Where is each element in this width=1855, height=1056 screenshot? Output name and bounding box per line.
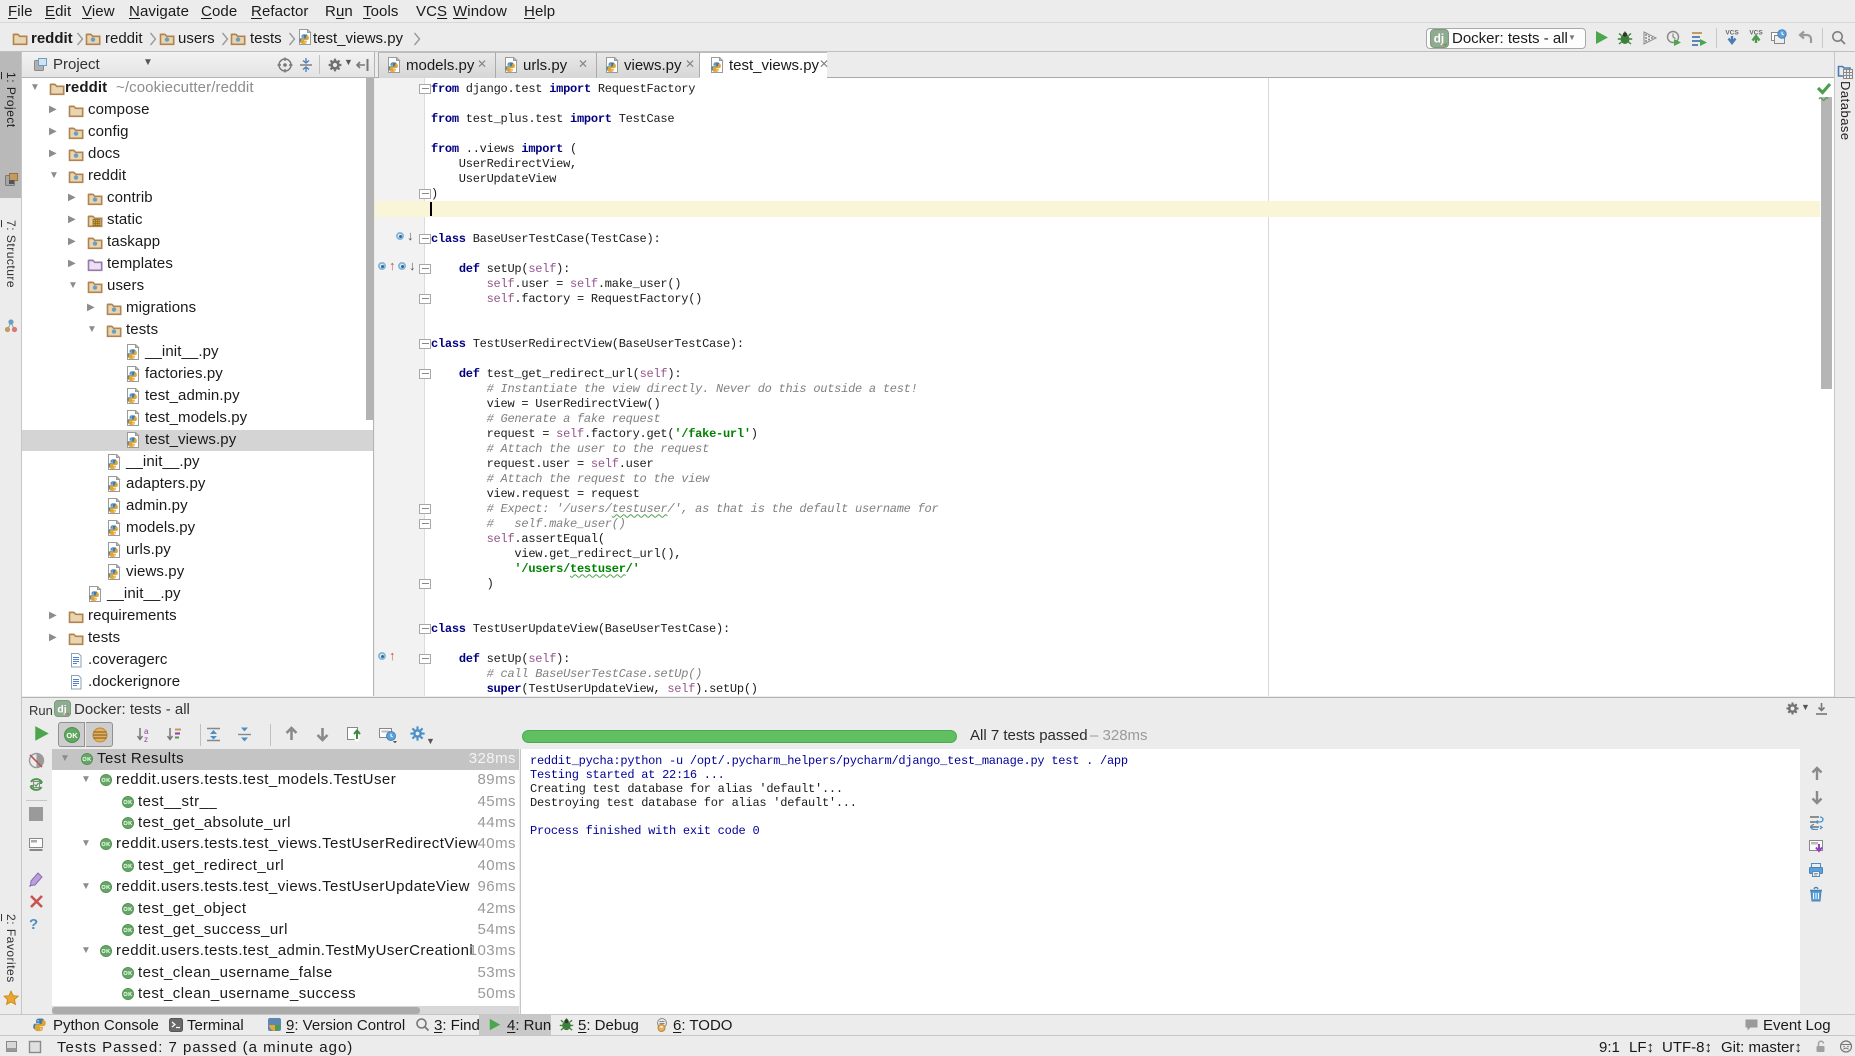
svg-text:VCS: VCS bbox=[1725, 30, 1739, 37]
svg-text:z: z bbox=[144, 735, 148, 744]
